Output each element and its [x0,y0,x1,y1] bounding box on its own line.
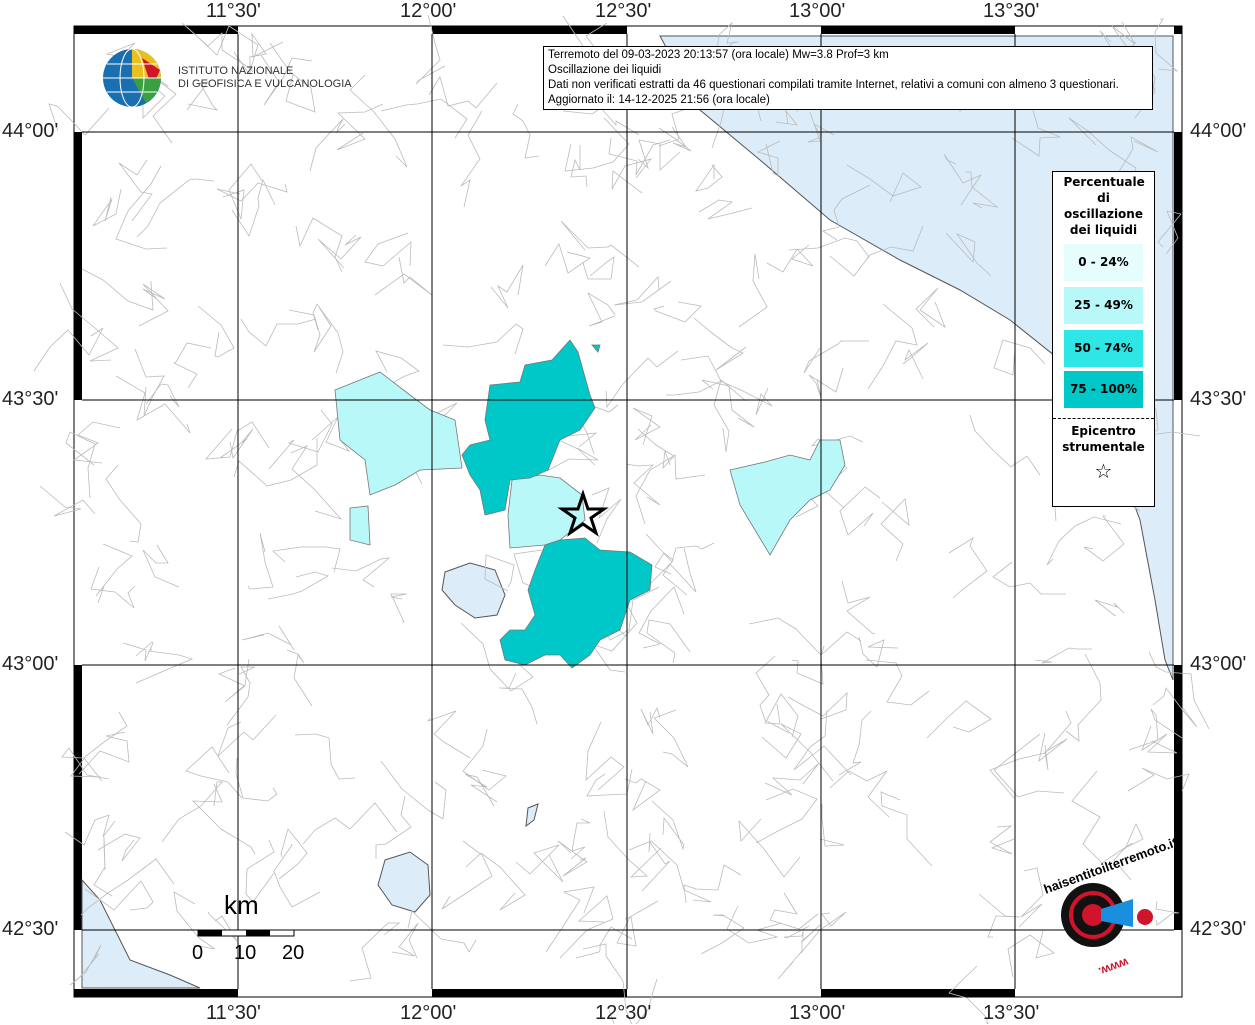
lat-label: 43°30' [2,388,59,410]
scale-unit: km [224,890,259,920]
map-subject: Oscillazione dei liquidi [548,64,662,76]
lat-label: 42°30' [1190,918,1247,940]
legend-epicenter-label: Epicentro strumentale [1053,418,1154,455]
map-canvas[interactable] [0,0,1255,1024]
lon-label: 12°00' [400,1002,457,1024]
scale-tick: 20 [282,942,305,964]
lon-label: 13°30' [983,0,1040,22]
event-title: Terremoto del 09-03-2023 20:13:57 (ora l… [548,49,889,61]
lat-label: 44°00' [2,120,59,142]
star-icon: ☆ [1094,459,1113,483]
lon-label: 11°30' [206,0,261,22]
data-note: Dati non verificati estratti da 46 quest… [548,79,1119,91]
event-info-box: Terremoto del 09-03-2023 20:13:57 (ora l… [543,46,1153,110]
lon-label: 12°00' [400,0,457,22]
scale-tick: 0 [192,942,204,964]
area-25-49 [349,505,371,546]
scale-bar [197,929,295,937]
legend-item: 25 - 49% [1064,287,1143,324]
lon-label: 12°30' [595,0,652,22]
legend: Percentuale di oscillazione dei liquidi … [1052,171,1155,507]
lat-label: 43°00' [1190,653,1247,675]
lon-label: 13°00' [789,0,846,22]
lon-label: 12°30' [595,1002,652,1024]
institute-name: DI GEOFISICA E VULCANOLOGIA [178,78,352,90]
globe-icon [103,48,161,108]
lon-label: 13°00' [789,1002,846,1024]
lat-label: 43°30' [1190,388,1247,410]
lat-label: 44°00' [1190,120,1247,142]
legend-title: Percentuale di oscillazione dei liquidi [1063,175,1145,237]
legend-item: 50 - 74% [1064,330,1143,367]
lat-label: 42°30' [2,918,59,940]
lon-label: 11°30' [206,1002,261,1024]
lat-label: 43°00' [2,653,59,675]
legend-item: 0 - 24% [1064,244,1143,281]
update-time: Aggiornato il: 14-12-2025 21:56 (ora loc… [548,94,770,106]
lon-label: 13°30' [983,1002,1040,1024]
legend-item: 75 - 100% [1064,371,1143,408]
ingv-logo: ISTITUTO NAZIONALE DI GEOFISICA E VULCANO… [102,48,352,108]
institute-name: ISTITUTO NAZIONALE [178,65,294,77]
scale-tick: 10 [234,942,257,964]
